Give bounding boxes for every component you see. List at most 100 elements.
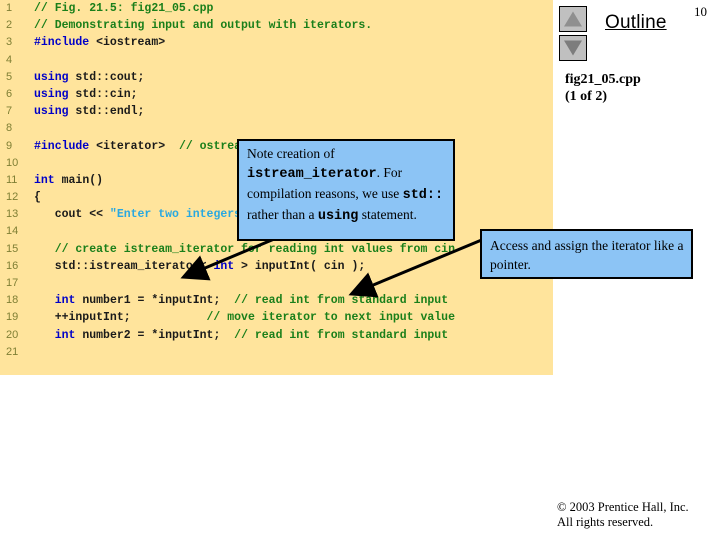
copyright-line-2: All rights reserved. [557,515,654,529]
code-token-pln: std::endl; [68,105,145,119]
code-line: 19 ++inputInt; // move iterator to next … [0,309,553,326]
triangle-up-icon [564,11,582,27]
code-token-kw: using [34,70,69,84]
code-line: 8 [0,120,553,137]
triangle-down-icon [564,40,582,56]
code-token-pln: <iostream> [89,36,166,50]
code-line-text: // Fig. 21.5: fig21_05.cpp [34,0,213,17]
code-token-kw: using [34,87,69,101]
code-token-kw: using [34,105,69,119]
copyright-line-1: © 2003 Prentice Hall, Inc. [557,500,689,514]
code-line-number: 14 [6,225,19,238]
code-line: 18 int number1 = *inputInt; // read int … [0,292,553,309]
code-token-cmt: // read int from standard input [234,294,449,308]
code-line: 4 [0,52,553,69]
code-token-cmt: // Demonstrating input and output with i… [34,19,373,33]
code-token-cmt: // move iterator to next input value [206,311,455,325]
code-token-pln: ++inputInt; [34,311,207,325]
outline-file-name: fig21_05.cpp [565,72,641,87]
code-token-cmt: // create istream_iterator for reading i… [34,242,455,256]
code-line-number: 2 [6,19,13,32]
code-line-text: // Demonstrating input and output with i… [34,17,372,34]
code-token-pln: main() [54,173,104,187]
code-token-pln: { [34,191,41,205]
code-token-pln: > inputInt( cin ); [234,259,366,273]
code-line: 7 using std::endl; [0,103,553,120]
slide-number: 10 [694,4,707,19]
outline-nav-buttons [559,6,587,64]
code-line: 3 #include <iostream> [0,34,553,51]
code-line-text: { [34,189,41,206]
code-token-pln [34,329,55,342]
callout-note-creation: Note creation of istream_iterator. For c… [237,139,455,241]
code-line: 2 // Demonstrating input and output with … [0,17,553,34]
code-line-text: int number1 = *inputInt; // read int fro… [34,292,448,309]
callout-1-text-c: rather than a [247,207,318,222]
code-line-number: 20 [6,328,19,341]
code-line: 5 using std::cout; [0,69,553,86]
code-line-text: // create istream_iterator for reading i… [34,241,455,258]
code-line-text: int number2 = *inputInt; // read int fro… [34,327,448,344]
code-token-pln [34,294,55,307]
code-line-number: 13 [6,208,19,221]
code-token-pln: <iterator> [89,139,179,153]
outline-sidebar: Outline fig21_05.cpp (1 of 2) [553,0,720,540]
scroll-up-button[interactable] [559,6,587,32]
code-token-pln: std::cout; [68,70,145,84]
outline-file-label: fig21_05.cpp (1 of 2) [565,71,641,105]
callout-1-text-a: Note creation of [247,146,335,161]
code-token-cmt: // Fig. 21.5: fig21_05.cpp [34,2,214,15]
code-line-text: #include <iostream> [34,34,165,51]
code-token-pln: std::cin; [68,87,138,101]
code-line: 16 std::istream_iterator< int > inputInt… [0,258,553,275]
code-line-text: std::istream_iterator< int > inputInt( c… [34,258,366,275]
code-line-text: cout << "Enter two integers: "; [34,206,269,223]
code-line: 15 // create istream_iterator for readin… [0,241,553,258]
code-line: 21 [0,344,553,361]
code-line: 17 [0,275,553,292]
code-line-text: int main() [34,172,103,189]
callout-1-code-a: istream_iterator [247,167,377,182]
code-token-cmt: // read int from standard input [234,328,449,342]
code-line-number: 8 [6,122,13,135]
code-line-number: 18 [6,294,19,307]
callout-1-text-d: statement. [358,207,417,222]
code-line-text: using std::cout; [34,69,144,86]
code-token-pln: number1 = *inputInt; [75,294,235,308]
outline-file-part: (1 of 2) [565,89,607,104]
code-line-number: 1 [6,2,13,14]
code-line-text: using std::cin; [34,86,138,103]
code-line-text: ++inputInt; // move iterator to next inp… [34,309,455,326]
code-token-kw: #include [34,139,90,153]
code-line-number: 11 [6,173,18,186]
outline-title: Outline [605,12,667,33]
code-line-number: 3 [6,36,13,49]
code-line-number: 15 [6,242,19,255]
code-line-number: 5 [6,70,13,83]
code-line-number: 16 [6,259,19,272]
scroll-down-button[interactable] [559,35,587,61]
code-line-number: 10 [6,156,19,169]
code-line: 6 using std::cin; [0,86,553,103]
copyright-footer: © 2003 Prentice Hall, Inc. All rights re… [557,500,689,530]
code-token-kw: #include [34,36,90,50]
code-line-text: using std::endl; [34,103,144,120]
code-token-pln: std::istream_iterator< [34,259,214,273]
code-line-number: 9 [6,139,13,152]
code-token-kw: int [54,328,76,342]
callout-1-code-c: using [317,209,359,224]
code-line: 1 // Fig. 21.5: fig21_05.cpp [0,0,553,17]
code-line-number: 4 [6,53,13,66]
code-token-pln: cout << [34,208,110,222]
code-token-kw: int [54,294,76,308]
code-line-number: 12 [6,191,19,204]
code-token-kw: int [34,173,55,187]
code-token-pln: number2 = *inputInt; [75,328,235,342]
code-line-number: 19 [6,311,19,324]
callout-1-code-b: std:: [402,188,444,203]
code-line-number: 7 [6,105,13,118]
code-line-number: 6 [6,87,13,100]
code-token-kw: int [213,259,235,273]
code-line: 20 int number2 = *inputInt; // read int … [0,327,553,344]
code-line-number: 21 [6,345,19,358]
